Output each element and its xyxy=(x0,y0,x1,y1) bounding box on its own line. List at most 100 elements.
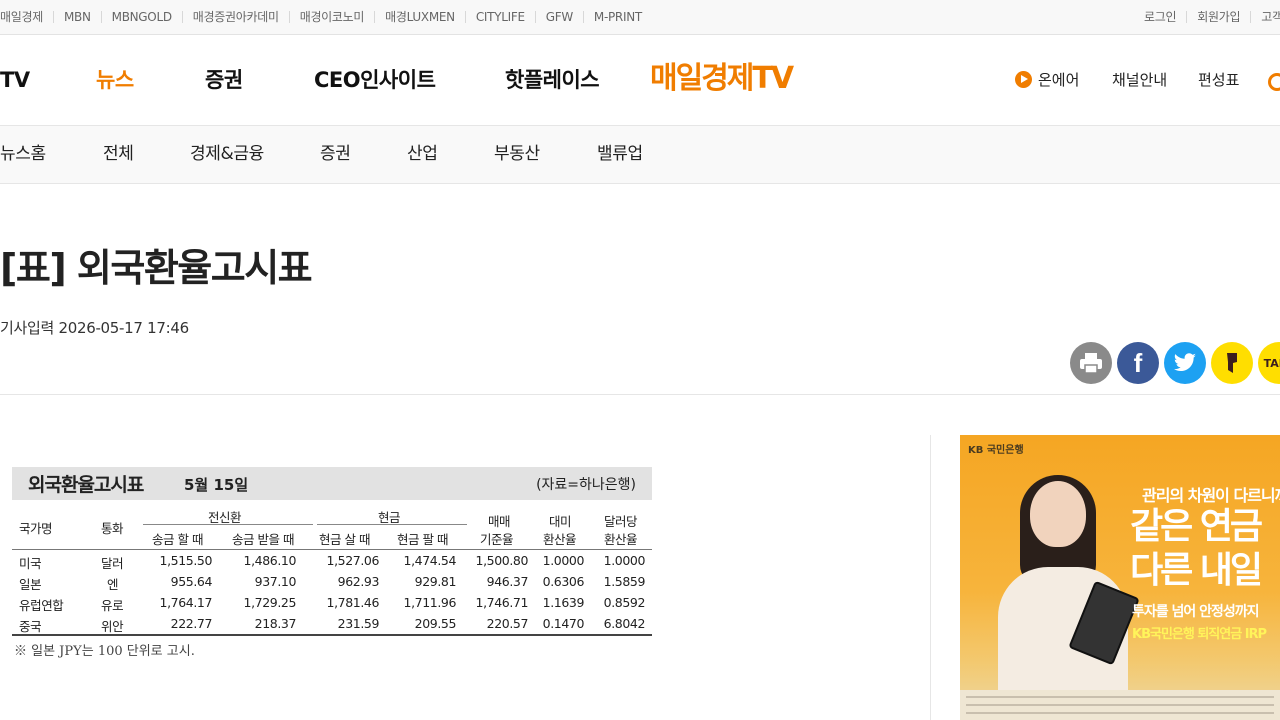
cell-send: 222.77 xyxy=(170,616,213,631)
ad-product: KB국민은행 퇴직연금 IRP xyxy=(1132,627,1267,642)
cell-cash-buy: 1,781.46 xyxy=(326,595,380,610)
ad-model-image xyxy=(990,475,1140,720)
cell-base: 946.37 xyxy=(486,574,529,589)
share-buttons: f TALK xyxy=(1070,342,1280,384)
kakaotalk-icon: TALK xyxy=(1263,356,1280,370)
rate-table-date: 5월 15일 xyxy=(184,476,249,494)
table-row: 중국 위안 222.77 218.37 231.59 209.55 220.57… xyxy=(12,613,652,634)
site-link-economy[interactable]: 매경이코노미 xyxy=(288,11,374,23)
play-icon xyxy=(1015,71,1032,88)
rate-table-columns: 국가명 통화 전신환 현금 송금 할 때 송금 받을 때 현금 살 때 현금 팔… xyxy=(12,500,652,550)
site-link-academy[interactable]: 매경증권아카데미 xyxy=(181,11,289,23)
subnav-industry[interactable]: 산업 xyxy=(407,126,438,182)
cell-send: 1,515.50 xyxy=(159,553,213,568)
rate-table-note: ※ 일본 JPY는 100 단위로 고시. xyxy=(14,644,195,659)
subnav-all[interactable]: 전체 xyxy=(103,126,134,182)
site-link-citylife[interactable]: CITYLIFE xyxy=(464,11,535,23)
subnav-valueup[interactable]: 밸류업 xyxy=(597,126,643,182)
sub-nav: 뉴스홈 전체 경제&금융 증권 산업 부동산 밸류업 xyxy=(0,126,1280,184)
printer-icon xyxy=(1080,353,1102,374)
search-icon[interactable] xyxy=(1268,73,1280,91)
site-link-gfw[interactable]: GFW xyxy=(534,11,583,23)
cell-country: 미국 xyxy=(19,556,42,571)
rate-table-header: 외국환율고시표 5월 15일 (자료=하나은행) xyxy=(12,467,652,500)
channel-guide-link[interactable]: 채널안내 xyxy=(1112,35,1167,125)
col-base-1: 매매 xyxy=(488,514,511,529)
cell-country: 중국 xyxy=(19,619,42,634)
table-row: 일본 엔 955.64 937.10 962.93 929.81 946.37 … xyxy=(12,571,652,592)
cash-group-line xyxy=(317,524,467,525)
cell-usd: 0.6306 xyxy=(542,574,585,589)
cell-country: 일본 xyxy=(19,577,42,592)
col-cash-sell: 현금 팔 때 xyxy=(397,532,448,547)
advertisement-banner[interactable]: KB 국민은행 관리의 차원이 다르니까 같은 연금 다른 내일 투자를 넘어 … xyxy=(960,435,1280,720)
site-link-mk[interactable]: 매일경제 xyxy=(0,11,53,23)
ad-fine-print xyxy=(960,690,1280,720)
signup-link[interactable]: 회원가입 xyxy=(1186,11,1250,23)
subnav-real-estate[interactable]: 부동산 xyxy=(494,126,540,182)
print-button[interactable] xyxy=(1070,342,1112,384)
onair-link[interactable]: 온에어 xyxy=(1015,35,1079,125)
header-divider xyxy=(0,394,1280,395)
cell-receive: 1,486.10 xyxy=(243,553,297,568)
user-links: 로그인 회원가입 고객 xyxy=(1144,0,1280,34)
nav-news[interactable]: 뉴스 xyxy=(96,35,134,125)
nav-hotplace[interactable]: 핫플레이스 xyxy=(505,35,600,125)
cell-base: 1,746.71 xyxy=(475,595,529,610)
cell-cash-buy: 962.93 xyxy=(337,574,380,589)
ad-headline-1: 관리의 차원이 다르니까 xyxy=(1142,486,1280,505)
subnav-stock[interactable]: 증권 xyxy=(320,126,351,182)
family-sites: 매일경제 MBN MBNGOLD 매경증권아카데미 매경이코노미 매경LUXME… xyxy=(0,0,652,34)
column-divider xyxy=(930,435,931,720)
login-link[interactable]: 로그인 xyxy=(1144,11,1186,23)
article-title: [표] 외국환율고시표 xyxy=(0,246,313,290)
cell-per: 1.0000 xyxy=(603,553,646,568)
cell-currency: 유로 xyxy=(101,598,124,613)
facebook-icon: f xyxy=(1133,347,1143,378)
site-logo[interactable]: 매일경제TV xyxy=(650,59,794,99)
main-nav: TV 뉴스 증권 CEO인사이트 핫플레이스 매일경제TV 온에어 채널안내 편… xyxy=(0,35,1280,126)
table-row: 유럽연합 유로 1,764.17 1,729.25 1,781.46 1,711… xyxy=(12,592,652,613)
cell-usd: 0.1470 xyxy=(542,616,585,631)
twitter-share-button[interactable] xyxy=(1164,342,1206,384)
col-currency: 통화 xyxy=(101,521,124,536)
cell-usd: 1.1639 xyxy=(542,595,585,610)
top-utility-bar: 매일경제 MBN MBNGOLD 매경증권아카데미 매경이코노미 매경LUXME… xyxy=(0,0,1280,35)
cell-per: 0.8592 xyxy=(603,595,646,610)
kakaostory-share-button[interactable] xyxy=(1211,342,1253,384)
twitter-icon xyxy=(1173,353,1196,371)
schedule-link[interactable]: 편성표 xyxy=(1198,35,1239,125)
ad-brand: KB 국민은행 xyxy=(968,445,1024,456)
cell-cash-buy: 231.59 xyxy=(337,616,380,631)
kakaotalk-share-button[interactable]: TALK xyxy=(1258,342,1280,384)
rate-table-source: (자료=하나은행) xyxy=(536,477,636,493)
subnav-economy-finance[interactable]: 경제&금융 xyxy=(190,126,264,182)
cell-country: 유럽연합 xyxy=(19,598,64,613)
subnav-news-home[interactable]: 뉴스홈 xyxy=(0,126,46,182)
cell-currency: 달러 xyxy=(101,556,124,571)
col-base-2: 기준율 xyxy=(480,532,514,547)
facebook-share-button[interactable]: f xyxy=(1117,342,1159,384)
site-link-mbn[interactable]: MBN xyxy=(52,11,101,23)
rate-table-title: 외국환율고시표 xyxy=(28,474,144,496)
cell-receive: 937.10 xyxy=(254,574,297,589)
nav-tv[interactable]: TV xyxy=(0,35,30,125)
site-link-luxmen[interactable]: 매경LUXMEN xyxy=(374,11,465,23)
ad-model-face xyxy=(1030,481,1086,547)
cell-cash-buy: 1,527.06 xyxy=(326,553,380,568)
customer-center-link[interactable]: 고객 xyxy=(1250,11,1280,23)
site-link-mprint[interactable]: M-PRINT xyxy=(582,11,652,23)
col-usd-2: 환산율 xyxy=(543,532,577,547)
ad-headline-2: 같은 연금 xyxy=(1130,506,1263,547)
article-date: 기사입력 2026-05-17 17:46 xyxy=(0,319,189,337)
cell-per: 6.8042 xyxy=(603,616,646,631)
site-link-mbngold[interactable]: MBNGOLD xyxy=(100,11,182,23)
cell-currency: 엔 xyxy=(107,577,119,592)
col-send: 송금 할 때 xyxy=(152,532,203,547)
ad-headline-3: 다른 내일 xyxy=(1130,550,1263,591)
cell-cash-sell: 209.55 xyxy=(414,616,457,631)
nav-ceo-insight[interactable]: CEO인사이트 xyxy=(314,35,436,125)
cell-cash-sell: 1,711.96 xyxy=(403,595,457,610)
onair-label: 온에어 xyxy=(1038,71,1080,89)
nav-stock[interactable]: 증권 xyxy=(205,35,243,125)
